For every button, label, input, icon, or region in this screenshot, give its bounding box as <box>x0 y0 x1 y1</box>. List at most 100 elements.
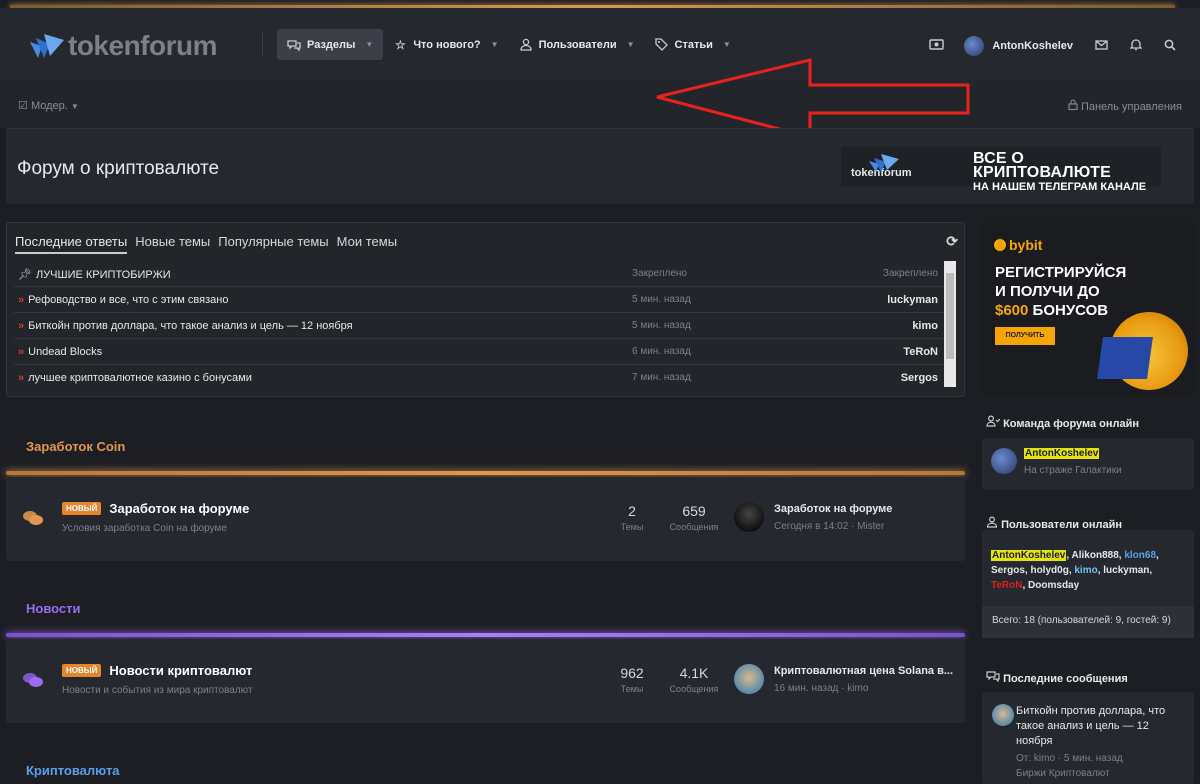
messages-count: 659 <box>682 503 706 519</box>
team-member-link[interactable]: AntonKoshelev <box>1024 448 1100 459</box>
user-menu[interactable]: AntonKoshelev <box>964 36 1073 56</box>
chevron-down-icon[interactable]: ▼ <box>365 40 373 49</box>
last-post-title[interactable]: Криптовалютная цена Solana в... <box>774 665 953 677</box>
node-title-text[interactable]: Заработок на форуме <box>109 501 249 516</box>
topic-meta: Закреплено <box>632 268 687 279</box>
chat-bubbles-icon <box>22 671 44 694</box>
scrollbar-thumb[interactable] <box>946 273 954 359</box>
online-total: Всего: 18 (пользователей: 9, гостей: 9) <box>982 606 1194 638</box>
recent-post-title[interactable]: Биткойн против доллара, что такое анализ… <box>1016 704 1188 749</box>
avatar[interactable] <box>734 664 764 694</box>
avatar[interactable] <box>734 502 764 532</box>
online-users-list: AntonKoshelev, Alikon888, klon68, Sergos… <box>991 550 1159 591</box>
table-row[interactable]: » лучшее криптовалютное казино с бонусами… <box>14 365 944 391</box>
topic-user[interactable]: TeRoN <box>903 346 938 358</box>
new-badge: НОВЫЙ <box>62 502 102 515</box>
topic-user[interactable]: luckyman <box>887 294 938 306</box>
online-user[interactable]: kimo <box>1074 565 1097 576</box>
latest-list: 📌︎ ЛУЧШИЕ КРИПТОБИРЖИ Закреплено Закрепле… <box>14 261 944 391</box>
team-online-block: AntonKoshelev На страже Галактики <box>982 438 1194 490</box>
chat-icon <box>287 38 301 52</box>
recent-title: Последние сообщения <box>1003 673 1128 685</box>
category-divider <box>6 471 965 475</box>
sub-navigation: ☑ Модер. ▼ Панель управления <box>0 80 1200 128</box>
bybit-headline: РЕГИСТРИРУЙСЯ И ПОЛУЧИ ДО $600 БОНУСОВ <box>995 263 1126 320</box>
latest-topics-widget: Последние ответы Новые темы Популярные т… <box>6 222 965 397</box>
topic-user[interactable]: kimo <box>912 320 938 332</box>
topic-title[interactable]: Рефоводство и все, что с этим связано <box>28 294 228 306</box>
chevron-down-icon[interactable]: ▼ <box>723 40 731 49</box>
double-chevron-icon: » <box>18 372 25 384</box>
team-title: Команда форума онлайн <box>1003 418 1140 430</box>
telegram-banner[interactable]: tokenforum ВСЕ О КРИПТОВАЛЮТЕ НА НАШЕМ Т… <box>841 147 1161 193</box>
topic-title[interactable]: ЛУЧШИЕ КРИПТОБИРЖИ <box>36 269 171 281</box>
messages-label: Сообщения <box>669 684 719 694</box>
forum-node[interactable]: НОВЫЙ Заработок на форуме Условия заработ… <box>6 477 965 561</box>
moder-label: Модер. <box>30 100 68 112</box>
banner-line-2: НА НАШЕМ ТЕЛЕГРАМ КАНАЛЕ <box>973 181 1147 193</box>
search-icon[interactable] <box>1164 39 1176 54</box>
node-title-text[interactable]: Новости криптовалют <box>109 663 252 678</box>
threads-count: 962 <box>620 665 644 681</box>
table-row[interactable]: » Биткойн против доллара, что такое анали… <box>14 313 944 339</box>
moder-menu[interactable]: ☑ Модер. ▼ <box>18 99 79 112</box>
refresh-icon[interactable]: ⟳ <box>946 233 958 250</box>
tab-popular-topics[interactable]: Популярные темы <box>218 234 328 254</box>
nav-sections[interactable]: Разделы ▼ <box>277 29 384 60</box>
online-user[interactable]: holyd0g <box>1030 565 1068 576</box>
chevron-down-icon[interactable]: ▼ <box>627 40 635 49</box>
admin-panel-link[interactable]: Панель управления <box>1068 99 1182 113</box>
banner-line-1: ВСЕ О КРИПТОВАЛЮТЕ <box>973 150 1111 181</box>
mail-icon[interactable] <box>1095 39 1108 53</box>
table-row[interactable]: » Undead Blocks 6 мин. назад TeRoN <box>14 339 944 365</box>
avatar <box>964 36 985 56</box>
messages-count: 4.1K <box>679 665 709 681</box>
online-user[interactable]: Alikon888 <box>1072 550 1119 561</box>
bybit-line-3: БОНУСОВ <box>1032 302 1109 319</box>
topic-title[interactable]: Биткойн против доллара, что такое анализ… <box>28 320 353 332</box>
bybit-ad-banner[interactable]: bybit РЕГИСТРИРУЙСЯ И ПОЛУЧИ ДО $600 БОН… <box>982 222 1194 397</box>
forum-node[interactable]: НОВЫЙ Новости криптовалют Новости и событ… <box>6 639 965 723</box>
bybit-line-2: И ПОЛУЧИ ДО <box>995 283 1100 300</box>
online-user[interactable]: klon68 <box>1124 550 1156 561</box>
header-divider <box>262 31 263 57</box>
username: AntonKoshelev <box>992 40 1073 52</box>
online-user[interactable]: Sergos <box>991 565 1025 576</box>
topic-user[interactable]: Sergos <box>901 372 938 384</box>
category-title[interactable]: Новости <box>26 601 81 616</box>
star-icon: ☆ <box>394 37 406 52</box>
recent-post-forum[interactable]: Биржи Криптовалют <box>1016 768 1110 779</box>
category-title[interactable]: Криптовалюта <box>26 763 120 778</box>
last-post-title[interactable]: Заработок на форуме <box>774 503 892 515</box>
threads-label: Темы <box>620 522 644 532</box>
node-title[interactable]: НОВЫЙ Новости криптовалют <box>62 663 252 678</box>
topic-title[interactable]: лучшее криптовалютное казино с бонусами <box>28 372 252 384</box>
topic-meta: 6 мин. назад <box>632 346 691 357</box>
avatar[interactable] <box>992 704 1014 726</box>
bybit-brand: bybit <box>1009 237 1043 253</box>
table-row[interactable]: 📌︎ ЛУЧШИЕ КРИПТОБИРЖИ Закреплено Закрепле… <box>14 261 944 287</box>
nav-articles[interactable]: Статьи ▼ <box>645 29 741 60</box>
online-user[interactable]: AntonKoshelev <box>991 550 1067 561</box>
tab-new-topics[interactable]: Новые темы <box>135 234 210 254</box>
wallet-icon[interactable] <box>929 39 945 53</box>
chevron-down-icon[interactable]: ▼ <box>491 40 499 49</box>
nav-users[interactable]: Пользователи ▼ <box>509 29 645 60</box>
table-row[interactable]: » Рефоводство и все, что с этим связано 5… <box>14 287 944 313</box>
avatar[interactable] <box>991 448 1017 474</box>
site-logo[interactable]: tokenforum <box>28 30 218 62</box>
online-user[interactable]: luckyman <box>1103 565 1149 576</box>
node-title[interactable]: НОВЫЙ Заработок на форуме <box>62 501 249 516</box>
bell-icon[interactable] <box>1129 38 1143 54</box>
online-user[interactable]: TeRoN <box>991 580 1022 591</box>
scrollbar[interactable] <box>944 261 956 387</box>
tab-latest-replies[interactable]: Последние ответы <box>15 234 128 254</box>
tab-my-topics[interactable]: Мои темы <box>337 234 397 254</box>
online-user[interactable]: Doomsday <box>1028 580 1079 591</box>
threads-stat: 2 Темы <box>612 503 652 532</box>
nav-whats-new[interactable]: ☆ Что нового? ▼ <box>383 29 508 60</box>
category-title[interactable]: Заработок Coin <box>26 439 125 454</box>
team-member-name[interactable]: AntonKoshelev <box>1024 448 1100 459</box>
topic-title[interactable]: Undead Blocks <box>28 346 102 358</box>
bybit-get-button[interactable]: ПОЛУЧИТЬ <box>995 327 1055 345</box>
